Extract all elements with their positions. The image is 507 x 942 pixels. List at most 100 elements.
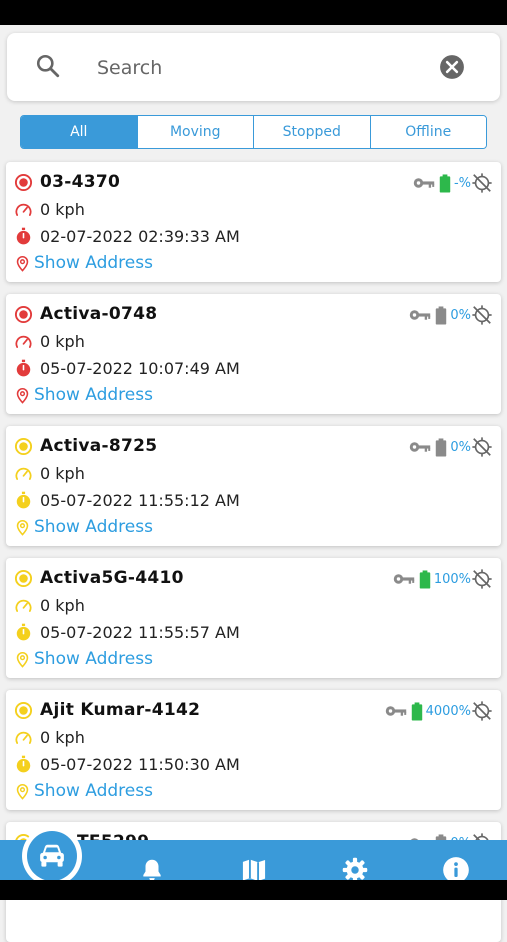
show-address-label: Show Address — [34, 517, 153, 537]
ignition-key-icon — [413, 178, 435, 188]
vehicle-title-row: Ajit Kumar-4142 — [14, 700, 200, 720]
stopwatch-icon — [16, 359, 31, 377]
vehicle-name: Activa-0748 — [40, 304, 158, 324]
vehicle-name: Activa5G-4410 — [40, 568, 184, 588]
tab-stopped[interactable]: Stopped — [254, 116, 371, 148]
status-dot-icon — [14, 701, 33, 719]
speedometer-icon — [15, 467, 32, 480]
vehicle-name: Activa-8725 — [40, 436, 158, 456]
vehicle-time-row: 05-07-2022 11:55:12 AM — [14, 490, 240, 510]
gps-off-icon — [472, 569, 492, 589]
search-icon — [36, 54, 60, 78]
gps-off-icon — [472, 701, 492, 721]
vehicle-time-row: 05-07-2022 11:50:30 AM — [14, 754, 240, 774]
speedometer-icon — [15, 335, 32, 348]
vehicle-card[interactable]: Activa-8725 0 kph 05-07-2022 11:55:12 AM Sh… — [6, 426, 501, 546]
car-icon — [40, 844, 64, 867]
tab-offline[interactable]: Offline — [370, 116, 486, 148]
show-address-link[interactable]: Show Address — [14, 517, 153, 537]
vehicle-status-icons: 4000% — [385, 700, 493, 722]
battery-icon — [411, 701, 422, 721]
location-pin-icon — [16, 651, 29, 668]
vehicle-speed-row: 0 kph — [14, 464, 85, 483]
speedometer-icon — [15, 203, 32, 216]
search-bar — [7, 33, 500, 101]
show-address-link[interactable]: Show Address — [14, 385, 153, 405]
stopwatch-icon — [16, 491, 31, 509]
location-pin-icon — [16, 255, 29, 272]
vehicle-speed-row: 0 kph — [14, 596, 85, 615]
vehicle-title-row: Activa-8725 — [14, 436, 157, 456]
vehicle-timestamp: 02-07-2022 02:39:33 AM — [40, 226, 240, 246]
show-address-label: Show Address — [34, 253, 153, 273]
vehicle-time-row: 02-07-2022 02:39:33 AM — [14, 226, 240, 246]
status-filter-tabs: All Moving Stopped Offline — [20, 115, 487, 149]
vehicle-status-icons: 0% — [409, 436, 493, 458]
stopwatch-icon — [16, 623, 31, 641]
vehicle-speed-row: 0 kph — [14, 200, 85, 219]
gps-off-icon — [472, 305, 492, 325]
battery-icon — [436, 305, 447, 325]
show-address-link[interactable]: Show Address — [14, 253, 153, 273]
vehicle-speed: 0 kph — [40, 596, 85, 615]
vehicle-status-icons: 0% — [409, 304, 493, 326]
stopwatch-icon — [16, 755, 31, 773]
vehicle-speed: 0 kph — [40, 728, 85, 747]
battery-level: 100% — [433, 571, 471, 587]
vehicle-card[interactable]: Activa5G-4410 0 kph 05-07-2022 11:55:57 AM… — [6, 558, 501, 678]
vehicle-timestamp: 05-07-2022 11:50:30 AM — [40, 754, 240, 774]
speedometer-icon — [15, 599, 32, 612]
vehicle-name: Ajit Kumar-4142 — [40, 700, 201, 720]
speedometer-icon — [15, 731, 32, 744]
vehicle-speed: 0 kph — [40, 332, 85, 351]
ignition-key-icon — [410, 310, 431, 320]
ignition-key-icon — [410, 442, 431, 452]
vehicle-speed-row: 0 kph — [14, 728, 85, 747]
tab-all[interactable]: All — [21, 116, 138, 148]
battery-level: 4000% — [425, 703, 471, 719]
vehicle-status-icons: -% — [413, 172, 493, 194]
vehicle-speed: 0 kph — [40, 464, 85, 483]
vehicle-title-row: 03-4370 — [14, 172, 120, 192]
gps-off-icon — [472, 437, 492, 457]
clear-search-icon[interactable] — [439, 54, 465, 80]
vehicle-timestamp: 05-07-2022 11:55:57 AM — [40, 622, 240, 642]
vehicle-card[interactable]: Ajit Kumar-4142 0 kph 05-07-2022 11:50:30 … — [6, 690, 501, 810]
show-address-label: Show Address — [34, 649, 153, 669]
battery-icon — [419, 569, 431, 589]
battery-level: 0% — [450, 439, 471, 455]
vehicle-timestamp: 05-07-2022 11:55:12 AM — [40, 490, 240, 510]
show-address-label: Show Address — [34, 385, 153, 405]
status-dot-icon — [14, 569, 33, 587]
ignition-key-icon — [393, 574, 415, 584]
vehicle-card[interactable]: 03-4370 0 kph 02-07-2022 02:39:33 AM Show A… — [6, 162, 501, 282]
device-bottom-edge — [0, 880, 507, 900]
vehicle-time-row: 05-07-2022 10:07:49 AM — [14, 358, 240, 378]
search-input[interactable] — [95, 52, 419, 84]
battery-level: -% — [453, 175, 471, 191]
show-address-link[interactable]: Show Address — [14, 649, 153, 669]
status-dot-icon — [14, 437, 33, 455]
location-pin-icon — [16, 783, 29, 800]
vehicle-title-row: Activa-0748 — [14, 304, 157, 324]
stopwatch-icon — [16, 227, 31, 245]
vehicle-timestamp: 05-07-2022 10:07:49 AM — [40, 358, 240, 378]
vehicle-card[interactable]: Activa-0748 0 kph 05-07-2022 10:07:49 AM Sh… — [6, 294, 501, 414]
location-pin-icon — [16, 519, 29, 536]
vehicle-name: 03-4370 — [40, 172, 121, 192]
battery-icon — [439, 173, 451, 193]
show-address-link[interactable]: Show Address — [14, 781, 153, 801]
vehicle-speed-row: 0 kph — [14, 332, 85, 351]
location-pin-icon — [16, 387, 29, 404]
gps-off-icon — [472, 173, 492, 193]
show-address-label: Show Address — [34, 781, 153, 801]
status-dot-icon — [14, 305, 33, 323]
tab-moving[interactable]: Moving — [137, 116, 254, 148]
status-dot-icon — [14, 173, 33, 191]
vehicle-status-icons: 100% — [393, 568, 493, 590]
battery-level: 0% — [450, 307, 471, 323]
status-bar — [0, 0, 507, 25]
vehicle-speed: 0 kph — [40, 200, 85, 219]
nav-vehicles-button[interactable] — [27, 831, 77, 881]
vehicle-title-row: Activa5G-4410 — [14, 568, 184, 588]
